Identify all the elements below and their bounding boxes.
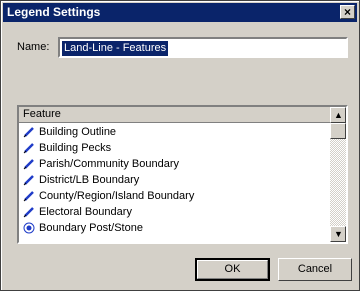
list-item-label: Boundary Post/Stone [39, 222, 143, 234]
feature-column-header[interactable]: Feature [19, 107, 330, 123]
list-item[interactable]: Parish/Community Boundary [19, 156, 330, 172]
list-item-label: Building Pecks [39, 142, 112, 154]
list-item[interactable]: Electoral Boundary [19, 204, 330, 220]
name-input-value: Land-Line - Features [62, 41, 169, 56]
list-item-label: District/LB Boundary [39, 174, 140, 186]
list-item[interactable]: Building Outline [19, 124, 330, 140]
vertical-scrollbar[interactable]: ▲ ▼ [330, 107, 346, 242]
ok-button-label: OK [197, 260, 268, 279]
feature-list[interactable]: Feature Building Outline Building Pecks Pa… [17, 105, 348, 244]
list-item-label: County/Region/Island Boundary [39, 190, 195, 202]
scroll-thumb[interactable] [330, 123, 346, 139]
name-input[interactable]: Land-Line - Features [58, 37, 348, 58]
pen-icon [23, 190, 35, 202]
cancel-button[interactable]: Cancel [278, 258, 352, 281]
list-item[interactable]: Building Pecks [19, 140, 330, 156]
list-item[interactable]: County/Region/Island Boundary [19, 188, 330, 204]
title-bar[interactable]: Legend Settings × [3, 3, 357, 22]
point-icon [23, 222, 35, 234]
close-icon: × [344, 5, 352, 19]
window-title: Legend Settings [7, 5, 101, 19]
pen-icon [23, 174, 35, 186]
list-item[interactable]: Boundary Post/Stone [19, 220, 330, 236]
arrow-down-icon: ▼ [334, 229, 343, 239]
list-item-label: Building Outline [39, 126, 117, 138]
close-button[interactable]: × [340, 5, 355, 19]
name-label: Name: [17, 41, 50, 53]
feature-rows: Building Outline Building Pecks Parish/Com… [19, 124, 330, 236]
feature-header-label: Feature [23, 108, 61, 120]
pen-icon [23, 158, 35, 170]
pen-icon [23, 142, 35, 154]
pen-icon [23, 126, 35, 138]
scroll-up-button[interactable]: ▲ [330, 107, 346, 123]
scroll-down-button[interactable]: ▼ [330, 226, 346, 242]
arrow-up-icon: ▲ [334, 110, 343, 120]
pen-icon [23, 206, 35, 218]
list-item-label: Electoral Boundary [39, 206, 132, 218]
list-item-label: Parish/Community Boundary [39, 158, 180, 170]
list-item[interactable]: District/LB Boundary [19, 172, 330, 188]
legend-settings-dialog: Legend Settings × Name: Land-Line - Feat… [0, 0, 360, 291]
ok-button[interactable]: OK [195, 258, 270, 281]
